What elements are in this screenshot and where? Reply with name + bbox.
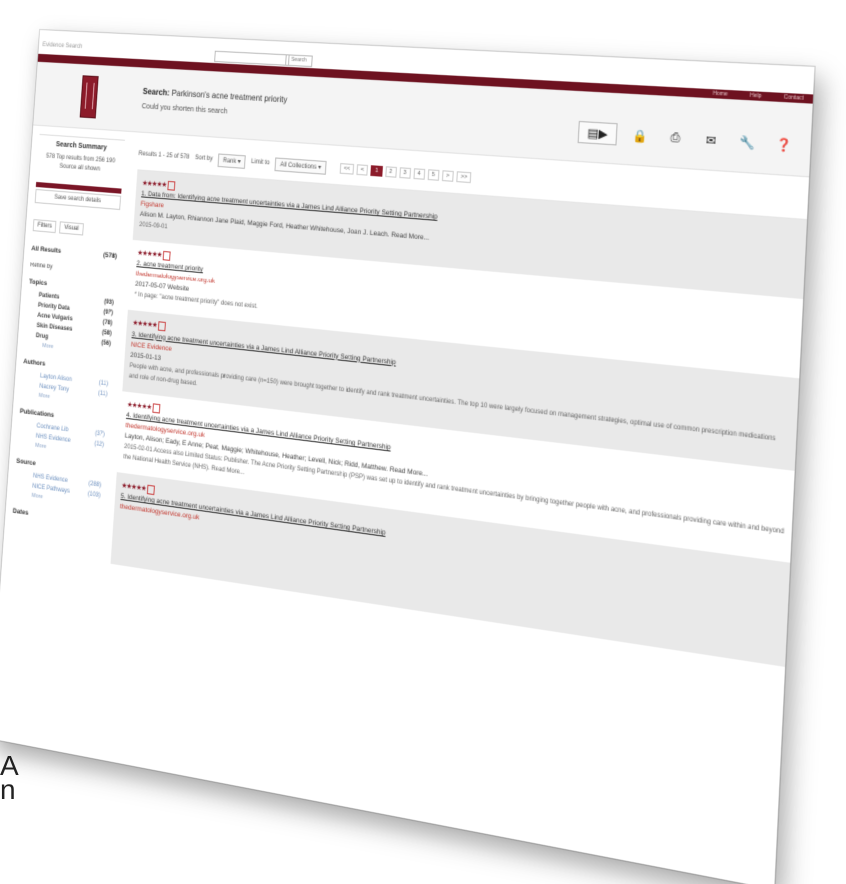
lock-icon[interactable]: 🔒 (627, 125, 652, 147)
sort-label: Sort by (194, 154, 213, 163)
facet-heading[interactable]: Dates (12, 508, 98, 528)
browser-screen: Evidence Search Search Home Help Contact… (0, 30, 815, 884)
facet-count: (93) (103, 299, 114, 307)
page-last[interactable]: >> (456, 171, 472, 184)
facet-count: (37) (94, 430, 105, 439)
all-results-count: (578) (102, 251, 118, 261)
results-main: Results 1 - 25 of 578 Sort by Rank ▾ Lim… (110, 133, 810, 667)
document-icon[interactable] (158, 321, 167, 332)
site-logo-icon[interactable] (79, 75, 99, 119)
facet-label: Drug (35, 332, 49, 341)
refine-label: Refine by (30, 262, 53, 271)
rating-stars[interactable]: ★★★★★ (127, 401, 152, 411)
document-icon[interactable] (147, 484, 156, 496)
title-query: Parkinson's acne treatment priority (171, 88, 288, 105)
all-results-label: All Results (31, 245, 62, 255)
search-button[interactable]: Search (285, 54, 313, 68)
facet-count: (78) (102, 319, 113, 327)
facet-count: (56) (101, 340, 112, 348)
brand-text[interactable]: Evidence Search (42, 42, 82, 50)
help-icon[interactable]: ❓ (771, 134, 797, 156)
document-icon[interactable] (162, 251, 172, 262)
rating-stars[interactable]: ★★★★★ (137, 250, 162, 259)
page-2[interactable]: 2 (384, 166, 397, 178)
sort-select[interactable]: Rank ▾ (217, 152, 246, 169)
document-icon[interactable] (167, 180, 176, 191)
print-icon[interactable]: ⎙ (663, 127, 688, 149)
pagination: << < 1 2 3 4 5 > >> (339, 163, 472, 184)
facet-topics: Topics Patients (93) Priority Data (97) Ac… (24, 278, 114, 357)
wrench-icon[interactable]: 🔧 (734, 131, 760, 153)
rating-stars[interactable]: ★★★★★ (132, 320, 157, 330)
page-1[interactable]: 1 (370, 165, 383, 177)
results-count-text: Results 1 - 25 of 578 (138, 150, 190, 161)
email-icon[interactable]: ✉ (698, 129, 724, 151)
facet-count: (58) (101, 329, 112, 338)
facet-authors: Authors Layton Alison (11) Nacrey Tony (11… (21, 358, 109, 408)
page-title: Search: Parkinson's acne treatment prior… (142, 87, 287, 105)
facet-publications: Publications Cochrane Lib (37) NHS Eviden… (17, 408, 106, 459)
facet-count: (97) (103, 309, 114, 317)
facet-count: (11) (98, 380, 109, 388)
toolbar: ▤▶ 🔒 ⎙ ✉ 🔧 ❓ (577, 120, 798, 157)
page-5[interactable]: 5 (427, 169, 440, 181)
sidebar: Search Summary 578 Top results from 256 … (5, 125, 133, 532)
facet-source: Source NHS Evidence (288) NICE Pathways (1… (14, 458, 103, 510)
facet-count: (12) (94, 440, 105, 449)
tab-filters[interactable]: Filters (32, 219, 57, 234)
limit-select[interactable]: All Collections ▾ (274, 156, 327, 175)
facet-count: (288) (88, 480, 102, 489)
tab-visual[interactable]: Visual (59, 221, 84, 236)
facet-count: (103) (87, 491, 101, 500)
page-prev[interactable]: < (356, 164, 369, 176)
title-prefix: Search: (142, 86, 170, 98)
page-subtitle[interactable]: Could you shorten this search (142, 103, 228, 115)
facet-dates: Dates (12, 508, 98, 528)
page-4[interactable]: 4 (413, 168, 425, 180)
limit-value: All Collections (279, 161, 317, 171)
document-icon[interactable] (152, 402, 161, 414)
facet-label: Patients (38, 292, 60, 301)
sort-value: Rank (222, 157, 237, 165)
stage: Evidence Search Search Home Help Contact… (0, 0, 846, 884)
page-next[interactable]: > (441, 170, 454, 182)
folder-icon[interactable]: ▤▶ (577, 120, 618, 146)
limit-label: Limit to (250, 158, 270, 167)
rating-stars[interactable]: ★★★★★ (142, 180, 167, 189)
facet-count: (11) (97, 390, 108, 398)
sidebar-tabs: Filters Visual (32, 219, 119, 239)
page-first[interactable]: << (339, 163, 355, 175)
all-results[interactable]: All Results (578) (31, 245, 117, 260)
page-3[interactable]: 3 (398, 167, 411, 179)
